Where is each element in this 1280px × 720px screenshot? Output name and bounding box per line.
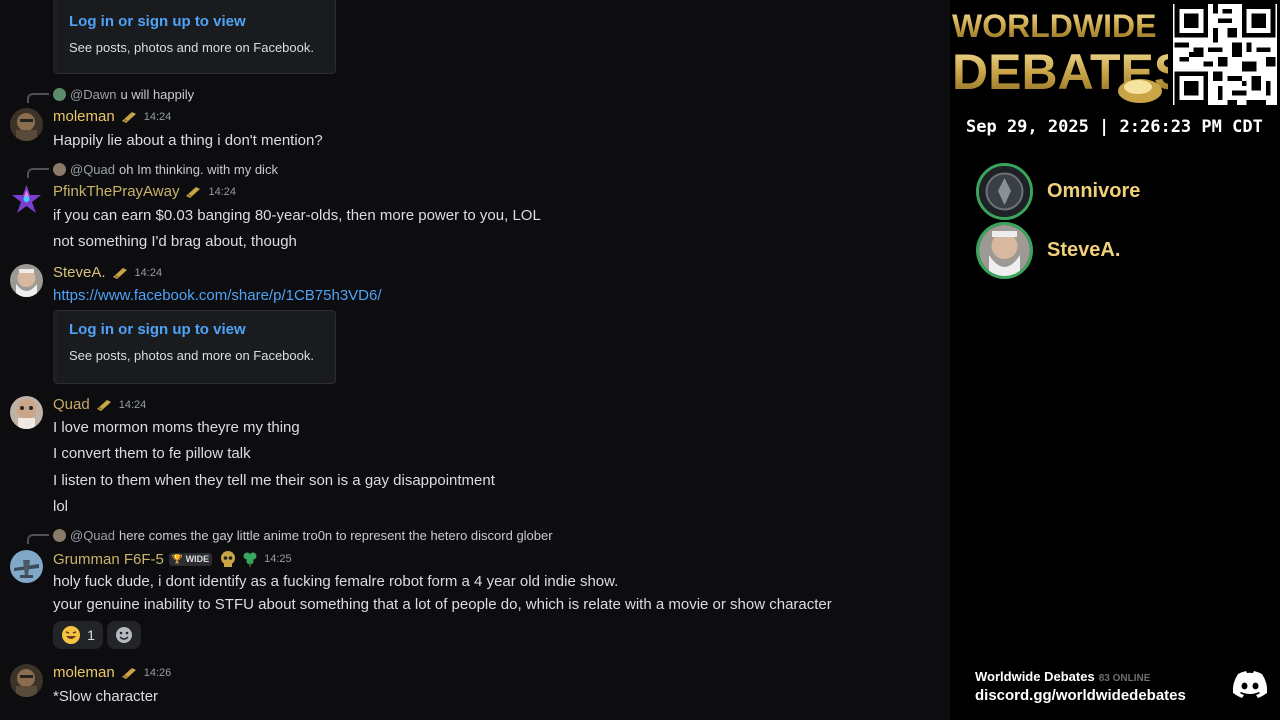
message-header: Grumman F6F-5 🏆 WIDE 14:25 [53,550,292,568]
speaker-stevea[interactable]: SteveA. [976,222,1120,279]
reply-text: u will happily [120,87,195,102]
reaction-laughing[interactable]: 1 [53,621,103,649]
username[interactable]: SteveA. [53,264,106,281]
boxing-glove-icon [1118,79,1162,103]
reply-connector [27,534,49,544]
embed-title[interactable]: Log in or sign up to view [69,13,335,30]
skull-icon [221,551,236,567]
message-text: holy fuck dude, i dont identify as a fuc… [53,573,619,590]
avatar[interactable] [10,550,43,583]
timestamp: 14:24 [134,266,163,279]
badge-icon [121,111,136,123]
message-header: SteveA. 14:24 [53,264,162,281]
message-text: I convert them to fe pillow talk [53,445,251,462]
timestamp: 14:26 [143,666,172,679]
message-text: I listen to them when they tell me their… [53,472,495,489]
reply-text: oh Im thinking. with my dick [119,162,278,177]
message-text: lol [53,498,69,515]
timestamp: 14:24 [118,398,147,411]
message-text: your genuine inability to STFU about som… [53,596,832,613]
speaker-avatar [976,163,1033,220]
avatar[interactable] [10,183,43,216]
avatar[interactable] [10,396,43,429]
message-text: if you can earn $0.03 banging 80-year-ol… [53,207,541,224]
reply-preview[interactable]: @Quad here comes the gay little anime tr… [53,528,553,543]
avatar[interactable] [10,664,43,697]
username[interactable]: moleman [53,664,115,681]
timestamp: 14:24 [208,185,236,198]
laughing-emoji-icon [62,626,81,644]
reply-username[interactable]: @Quad [70,528,115,543]
message-header: PfinkThePrayAway 14:24 [53,183,236,200]
server-tag-label: WIDE [185,553,210,564]
reply-preview[interactable]: @Dawn u will happily [53,87,194,102]
message-text: I love mormon moms theyre my thing [53,419,300,436]
facebook-embed: Log in or sign up to view See posts, pho… [53,0,336,74]
server-tag[interactable]: 🏆 WIDE [168,552,213,566]
message-header: Quad 14:24 [53,396,146,413]
username[interactable]: PfinkThePrayAway [53,183,179,200]
message-text: not something I'd brag about, though [53,233,297,250]
worldwide-debates-logo: WORLDWIDE DEBATES [952,8,1168,103]
date-time-display: Sep 29, 2025 | 2:26:23 PM CDT [960,112,1276,142]
username[interactable]: moleman [53,108,115,125]
timestamp: 14:25 [264,553,292,565]
reaction-count: 1 [87,627,95,643]
embed-description: See posts, photos and more on Facebook. [69,348,314,363]
badge-icon [96,399,111,411]
reply-username[interactable]: @Quad [70,162,115,177]
message-header: moleman 14:24 [53,108,171,125]
timestamp: 14:24 [143,110,172,123]
facebook-embed: Log in or sign up to view See posts, pho… [53,310,336,384]
add-reaction-icon [116,627,132,643]
clover-icon [243,552,257,567]
add-reaction-button[interactable] [107,621,141,649]
reply-connector [27,93,49,103]
badge-icon [186,186,201,198]
badge-icon [112,267,127,279]
reply-username[interactable]: @Dawn [70,87,116,102]
server-footer: Worldwide Debates 83 ONLINE discord.gg/wo… [975,668,1186,704]
embed-description: See posts, photos and more on Facebook. [69,40,314,55]
message-header: moleman 14:26 [53,664,171,681]
reply-text: here comes the gay little anime tro0n to… [119,528,553,543]
username[interactable]: Grumman F6F-5 [53,551,164,568]
reply-avatar [53,88,66,101]
embed-title[interactable]: Log in or sign up to view [69,321,335,338]
message-text: *Slow character [53,688,159,705]
speaker-name: SteveA. [1047,239,1121,261]
speaker-avatar [976,222,1033,279]
reply-preview[interactable]: @Quad oh Im thinking. with my dick [53,162,278,177]
speaker-name: Omnivore [1047,180,1141,202]
invite-link[interactable]: discord.gg/worldwidedebates [975,687,1186,704]
speaker-omnivore[interactable]: Omnivore [976,163,1140,220]
qr-code[interactable] [1173,4,1277,105]
reply-avatar [53,529,66,542]
message-text: Happily lie about a thing i don't mentio… [53,132,323,149]
avatar[interactable] [10,108,43,141]
message-link[interactable]: https://www.facebook.com/share/p/1CB75h3… [53,287,382,304]
reply-avatar [53,163,66,176]
reply-connector [27,168,49,178]
username[interactable]: Quad [53,396,90,413]
logo-line-1: WORLDWIDE [952,8,1156,44]
discord-icon [1232,671,1268,698]
online-count: 83 ONLINE [1098,673,1151,684]
badge-icon [121,667,136,679]
avatar[interactable] [10,264,43,297]
server-name: Worldwide Debates [975,669,1095,684]
chat-panel: Log in or sign up to view See posts, pho… [0,0,950,720]
